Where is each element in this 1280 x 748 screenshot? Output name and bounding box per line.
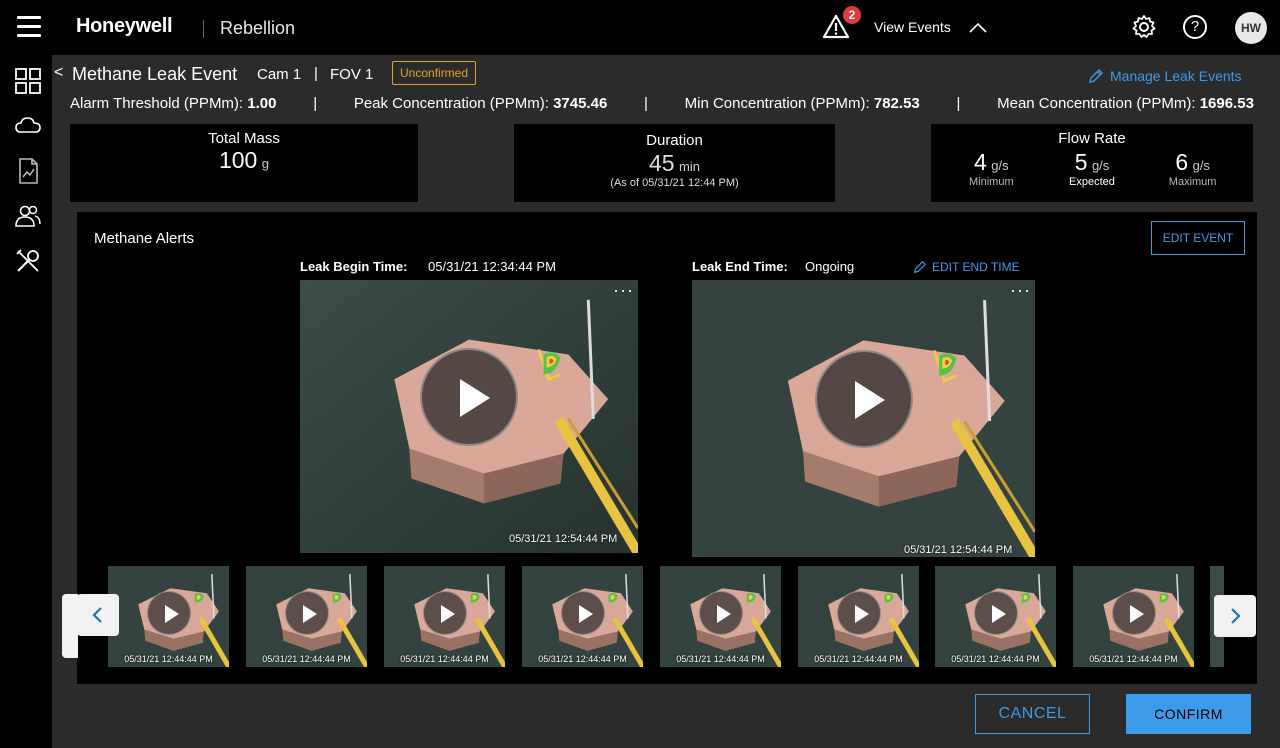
video-thumbnail[interactable]: 05/31/21 12:44:44 PM xyxy=(522,566,643,667)
play-button[interactable] xyxy=(973,591,1018,636)
metric-divider: | xyxy=(956,95,961,112)
gear-icon[interactable] xyxy=(1131,14,1157,40)
duration-title: Duration xyxy=(646,132,703,149)
metric-divider: | xyxy=(644,95,648,112)
peak-concentration: Peak Concentration (PPMm): 3745.46 xyxy=(353,95,608,112)
thumbnail-timestamp: 05/31/21 12:44:44 PM xyxy=(951,654,1040,664)
flow-maximum: 6 g/s Maximum xyxy=(1168,149,1217,188)
edit-end-time-label: EDIT END TIME xyxy=(932,260,1020,274)
more-options-icon[interactable]: ··· xyxy=(1010,281,1031,299)
thumbnail-timestamp: 05/31/21 12:44:44 PM xyxy=(538,654,627,664)
play-button[interactable] xyxy=(814,350,913,449)
side-nav xyxy=(0,55,52,748)
cloud-icon[interactable] xyxy=(14,112,42,140)
play-button[interactable] xyxy=(284,591,329,636)
help-icon[interactable]: ? xyxy=(1183,15,1207,39)
brand-divider xyxy=(203,20,204,38)
tools-icon[interactable] xyxy=(14,247,42,275)
thumbnail-timestamp: 05/31/21 12:44:44 PM xyxy=(400,654,489,664)
video-thumbnail[interactable]: 05/31/21 12:44:44 PM xyxy=(798,566,919,667)
avatar[interactable]: HW xyxy=(1235,12,1267,44)
back-button[interactable]: < xyxy=(54,64,63,82)
video-thumbnail[interactable]: 05/31/21 12:44:44 PM xyxy=(935,566,1056,667)
top-bar: Honeywell Rebellion 2 View Events ? HW xyxy=(0,0,1280,55)
play-button[interactable] xyxy=(698,591,743,636)
panel-title: Methane Alerts xyxy=(94,230,195,247)
video-thumbnail[interactable]: 05/31/21 12:44:44 PM xyxy=(384,566,505,667)
carousel-prev-button[interactable] xyxy=(77,594,119,636)
confirm-button[interactable]: CONFIRM xyxy=(1126,694,1251,734)
leak-begin-value: 05/31/21 12:34:44 PM xyxy=(428,259,556,274)
leak-end-label: Leak End Time: xyxy=(692,259,788,274)
brand-logo: Honeywell xyxy=(76,15,173,37)
report-icon[interactable] xyxy=(14,157,42,185)
flow-rate-title: Flow Rate xyxy=(1058,130,1126,147)
view-events-button[interactable]: View Events xyxy=(874,19,951,35)
thumbnail-timestamp: 05/31/21 12:44:44 PM xyxy=(676,654,765,664)
thumbnail-timestamp: 05/31/21 12:44:44 PM xyxy=(124,654,213,664)
separator: | xyxy=(314,65,318,82)
manage-leak-events-link[interactable]: Manage Leak Events xyxy=(1088,68,1242,84)
leak-begin-label: Leak Begin Time: xyxy=(300,259,408,274)
play-button[interactable] xyxy=(420,348,518,447)
video-thumbnail[interactable]: 05/31/21 12:44:44 PM xyxy=(1073,566,1194,667)
duration-note: (As of 05/31/21 12:44 PM) xyxy=(610,177,739,189)
play-button[interactable] xyxy=(1111,591,1156,636)
more-options-icon[interactable]: ··· xyxy=(613,281,634,299)
duration-value: 45 xyxy=(649,150,675,176)
play-button[interactable] xyxy=(422,591,467,636)
video-timestamp: 05/31/21 12:54:44 PM xyxy=(509,533,618,545)
pencil-icon xyxy=(1089,69,1103,83)
cancel-button[interactable]: CANCEL xyxy=(975,694,1090,734)
mean-concentration: Mean Concentration (PPMm): 1696.53 xyxy=(997,95,1254,112)
leak-end-video[interactable]: ··· 05/31/21 12:54:44 PM xyxy=(692,280,1035,557)
play-button[interactable] xyxy=(146,591,191,636)
flow-rate-card: Flow Rate 4 g/s Minimum 5 g/s Expected 6… xyxy=(931,124,1253,202)
duration-card: Duration 45 min (As of 05/31/21 12:44 PM… xyxy=(514,124,835,202)
menu-icon[interactable] xyxy=(17,16,41,38)
thumbnail-timestamp: 05/31/21 12:44:44 PM xyxy=(1089,654,1178,664)
thumbnail-timestamp: 05/31/21 12:44:44 PM xyxy=(262,654,351,664)
video-timestamp: 05/31/21 12:54:44 PM xyxy=(904,544,1013,556)
pencil-icon xyxy=(913,260,927,274)
alarm-threshold: Alarm Threshold (PPMm): 1.00 xyxy=(70,95,277,112)
leak-begin-video[interactable]: ··· 05/31/21 12:54:44 PM xyxy=(300,280,638,553)
thumbnail-timestamp: 05/31/21 12:44:44 PM xyxy=(814,654,903,664)
flow-expected: 5 g/s Expected xyxy=(1069,149,1115,188)
carousel-prev-tab xyxy=(62,594,78,658)
play-button[interactable] xyxy=(560,591,605,636)
video-thumbnail[interactable]: 05/31/21 12:44:44 PM xyxy=(660,566,781,667)
concentration-metrics: Alarm Threshold (PPMm): 1.00 | Peak Conc… xyxy=(70,95,1254,112)
total-mass-unit: g xyxy=(261,156,270,171)
status-badge: Unconfirmed xyxy=(392,61,477,85)
total-mass-card: Total Mass 100 g xyxy=(70,124,418,202)
page-title: Methane Leak Event xyxy=(72,64,238,84)
play-button[interactable] xyxy=(836,591,881,636)
total-mass-value: 100 xyxy=(218,147,258,173)
video-thumbnail[interactable]: 05/31/21 12:44:44 PM xyxy=(246,566,367,667)
metric-divider: | xyxy=(313,95,318,112)
video-thumbnail[interactable]: 05/31/21 12:44:44 PM xyxy=(108,566,229,667)
duration-unit: min xyxy=(679,159,700,174)
alert-count-badge: 2 xyxy=(843,6,861,24)
methane-alerts-panel: Methane Alerts EDIT EVENT Leak Begin Tim… xyxy=(77,212,1257,684)
leak-end-value: Ongoing xyxy=(805,259,855,274)
edit-end-time-link[interactable]: EDIT END TIME xyxy=(913,260,1020,274)
app-name: Rebellion xyxy=(220,18,296,38)
fov-label: FOV 1 xyxy=(330,66,374,83)
carousel-next-button[interactable] xyxy=(1214,595,1256,637)
min-concentration: Min Concentration (PPMm): 782.53 xyxy=(684,95,920,112)
chevron-up-icon[interactable] xyxy=(968,20,988,34)
chevron-left-icon xyxy=(92,607,102,623)
flow-minimum: 4 g/s Minimum xyxy=(969,149,1014,188)
camera-label: Cam 1 xyxy=(257,66,302,83)
edit-event-button[interactable]: EDIT EVENT xyxy=(1151,221,1245,255)
chevron-right-icon xyxy=(1231,608,1241,624)
manage-leak-events-label: Manage Leak Events xyxy=(1110,68,1242,84)
dashboard-icon[interactable] xyxy=(14,67,42,95)
users-icon[interactable] xyxy=(14,202,42,230)
total-mass-title: Total Mass xyxy=(208,130,280,147)
